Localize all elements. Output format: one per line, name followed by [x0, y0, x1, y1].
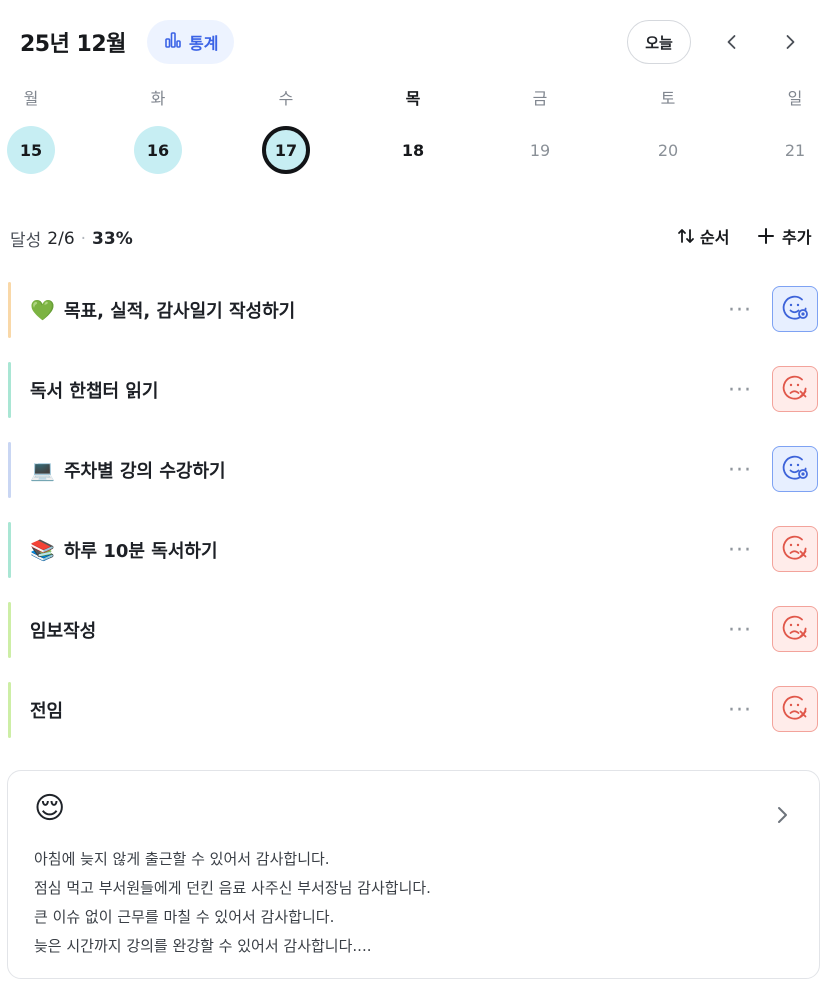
day-sun[interactable]: 일 21	[767, 86, 823, 181]
task-label: 독서 한챕터 읽기	[30, 377, 158, 403]
status-fail-button[interactable]	[772, 366, 818, 412]
day-date: 21	[784, 140, 806, 160]
sad-x-icon	[779, 691, 811, 727]
task-color-bar	[8, 602, 11, 658]
task-row[interactable]: 💻 주차별 강의 수강하기 ···	[8, 442, 820, 498]
sort-icon	[678, 229, 694, 243]
journal-text: 아침에 늦지 않게 출근할 수 있어서 감사합니다. 점심 먹고 부서원들에게 …	[34, 845, 754, 961]
task-label: 임보작성	[30, 617, 96, 643]
status-fail-button[interactable]	[772, 606, 818, 652]
day-name: 월	[23, 89, 39, 108]
task-label: 📚 하루 10분 독서하기	[30, 537, 218, 563]
more-options-button[interactable]: ···	[724, 614, 756, 646]
task-row[interactable]: 임보작성 ···	[8, 602, 820, 658]
more-options-button[interactable]: ···	[724, 534, 756, 566]
mood-emoji: 😌	[34, 791, 66, 826]
journal-line: 점심 먹고 부서원들에게 던킨 음료 사주신 부서장님 감사합니다.	[34, 879, 431, 897]
more-options-button[interactable]: ···	[724, 374, 756, 406]
sad-x-icon	[779, 371, 811, 407]
order-button[interactable]: 순서	[676, 224, 729, 248]
task-label: 💚 목표, 실적, 감사일기 작성하기	[30, 297, 295, 323]
task-emoji: 💻	[30, 458, 55, 482]
task-title: 임보작성	[30, 621, 97, 642]
journal-line: 큰 이슈 없이 근무를 마칠 수 있어서 감사합니다.	[34, 908, 335, 926]
progress-percent: 33%	[92, 228, 133, 249]
status-done-button[interactable]	[772, 286, 818, 332]
next-week-button[interactable]	[772, 24, 808, 60]
day-fri[interactable]: 금 19	[512, 86, 568, 181]
task-color-bar	[8, 282, 11, 338]
order-label: 순서	[700, 228, 730, 247]
day-date: 16	[134, 126, 182, 174]
day-date: 15	[7, 126, 55, 174]
add-label: 추가	[782, 228, 812, 247]
more-options-button[interactable]: ···	[724, 294, 756, 326]
progress-row: 달성 2/6 · 33% 순서 추가	[0, 222, 827, 254]
journal-line: 아침에 늦지 않게 출근할 수 있어서 감사합니다.	[34, 850, 330, 868]
day-name: 수	[278, 89, 294, 108]
day-name: 화	[150, 89, 166, 108]
task-label: 💻 주차별 강의 수강하기	[30, 457, 226, 483]
day-tue[interactable]: 화 16	[130, 86, 186, 181]
status-fail-button[interactable]	[772, 686, 818, 732]
progress-summary: 달성 2/6 · 33%	[10, 226, 133, 252]
day-date: 19	[529, 140, 551, 160]
smile-check-icon	[779, 291, 811, 327]
chevron-right-icon	[786, 35, 795, 49]
task-color-bar	[8, 682, 11, 738]
task-color-bar	[8, 442, 11, 498]
day-date: 20	[657, 140, 679, 160]
day-thu[interactable]: 목 18	[385, 86, 441, 181]
month-title: 25년 12월	[20, 32, 126, 57]
task-color-bar	[8, 522, 11, 578]
stats-label: 통계	[189, 34, 219, 53]
add-button[interactable]: 추가	[756, 224, 811, 248]
separator-dot: ·	[80, 228, 87, 249]
day-name: 토	[660, 89, 676, 108]
more-options-button[interactable]: ···	[724, 454, 756, 486]
calendar-header: 25년 12월 통계 오늘	[0, 18, 827, 66]
day-date: 18	[401, 140, 425, 160]
stats-button[interactable]: 통계	[147, 20, 235, 64]
day-mon[interactable]: 월 15	[3, 86, 59, 181]
task-label: 전임	[30, 697, 63, 723]
task-row[interactable]: 독서 한챕터 읽기 ···	[8, 362, 820, 418]
task-title: 주차별 강의 수강하기	[64, 461, 226, 482]
chevron-right-icon	[778, 807, 787, 823]
task-row[interactable]: 💚 목표, 실적, 감사일기 작성하기 ···	[8, 282, 820, 338]
day-sat[interactable]: 토 20	[640, 86, 696, 181]
smile-check-icon	[779, 451, 811, 487]
task-title: 독서 한챕터 읽기	[30, 381, 159, 402]
day-date-selected: 17	[262, 126, 310, 174]
today-button[interactable]: 오늘	[627, 20, 691, 64]
task-title: 하루 10분 독서하기	[64, 541, 218, 562]
task-emoji: 💚	[30, 298, 55, 322]
task-row[interactable]: 전임 ···	[8, 682, 820, 738]
progress-label: 달성	[10, 231, 42, 251]
prev-week-button[interactable]	[714, 24, 750, 60]
bar-chart-icon	[163, 30, 183, 54]
sad-x-icon	[779, 611, 811, 647]
gratitude-journal-card[interactable]: 😌 아침에 늦지 않게 출근할 수 있어서 감사합니다. 점심 먹고 부서원들에…	[7, 770, 820, 979]
more-options-button[interactable]: ···	[724, 694, 756, 726]
task-emoji: 📚	[30, 538, 55, 562]
week-strip: 월 15 화 16 수 17 목 18 금 19 토 20 일 21	[0, 86, 827, 181]
day-name: 금	[532, 89, 548, 108]
status-fail-button[interactable]	[772, 526, 818, 572]
task-row[interactable]: 📚 하루 10분 독서하기 ···	[8, 522, 820, 578]
day-wed[interactable]: 수 17	[258, 86, 314, 181]
task-title: 전임	[30, 701, 64, 722]
chevron-left-icon	[727, 35, 736, 49]
progress-count: 2/6	[47, 228, 75, 249]
day-name: 일	[787, 89, 803, 108]
day-name: 목	[405, 89, 421, 108]
status-done-button[interactable]	[772, 446, 818, 492]
plus-icon	[758, 228, 774, 244]
sad-x-icon	[779, 531, 811, 567]
task-title: 목표, 실적, 감사일기 작성하기	[64, 301, 296, 322]
journal-line: 늦은 시간까지 강의를 완강할 수 있어서 감사합니다....	[34, 937, 372, 955]
task-color-bar	[8, 362, 11, 418]
